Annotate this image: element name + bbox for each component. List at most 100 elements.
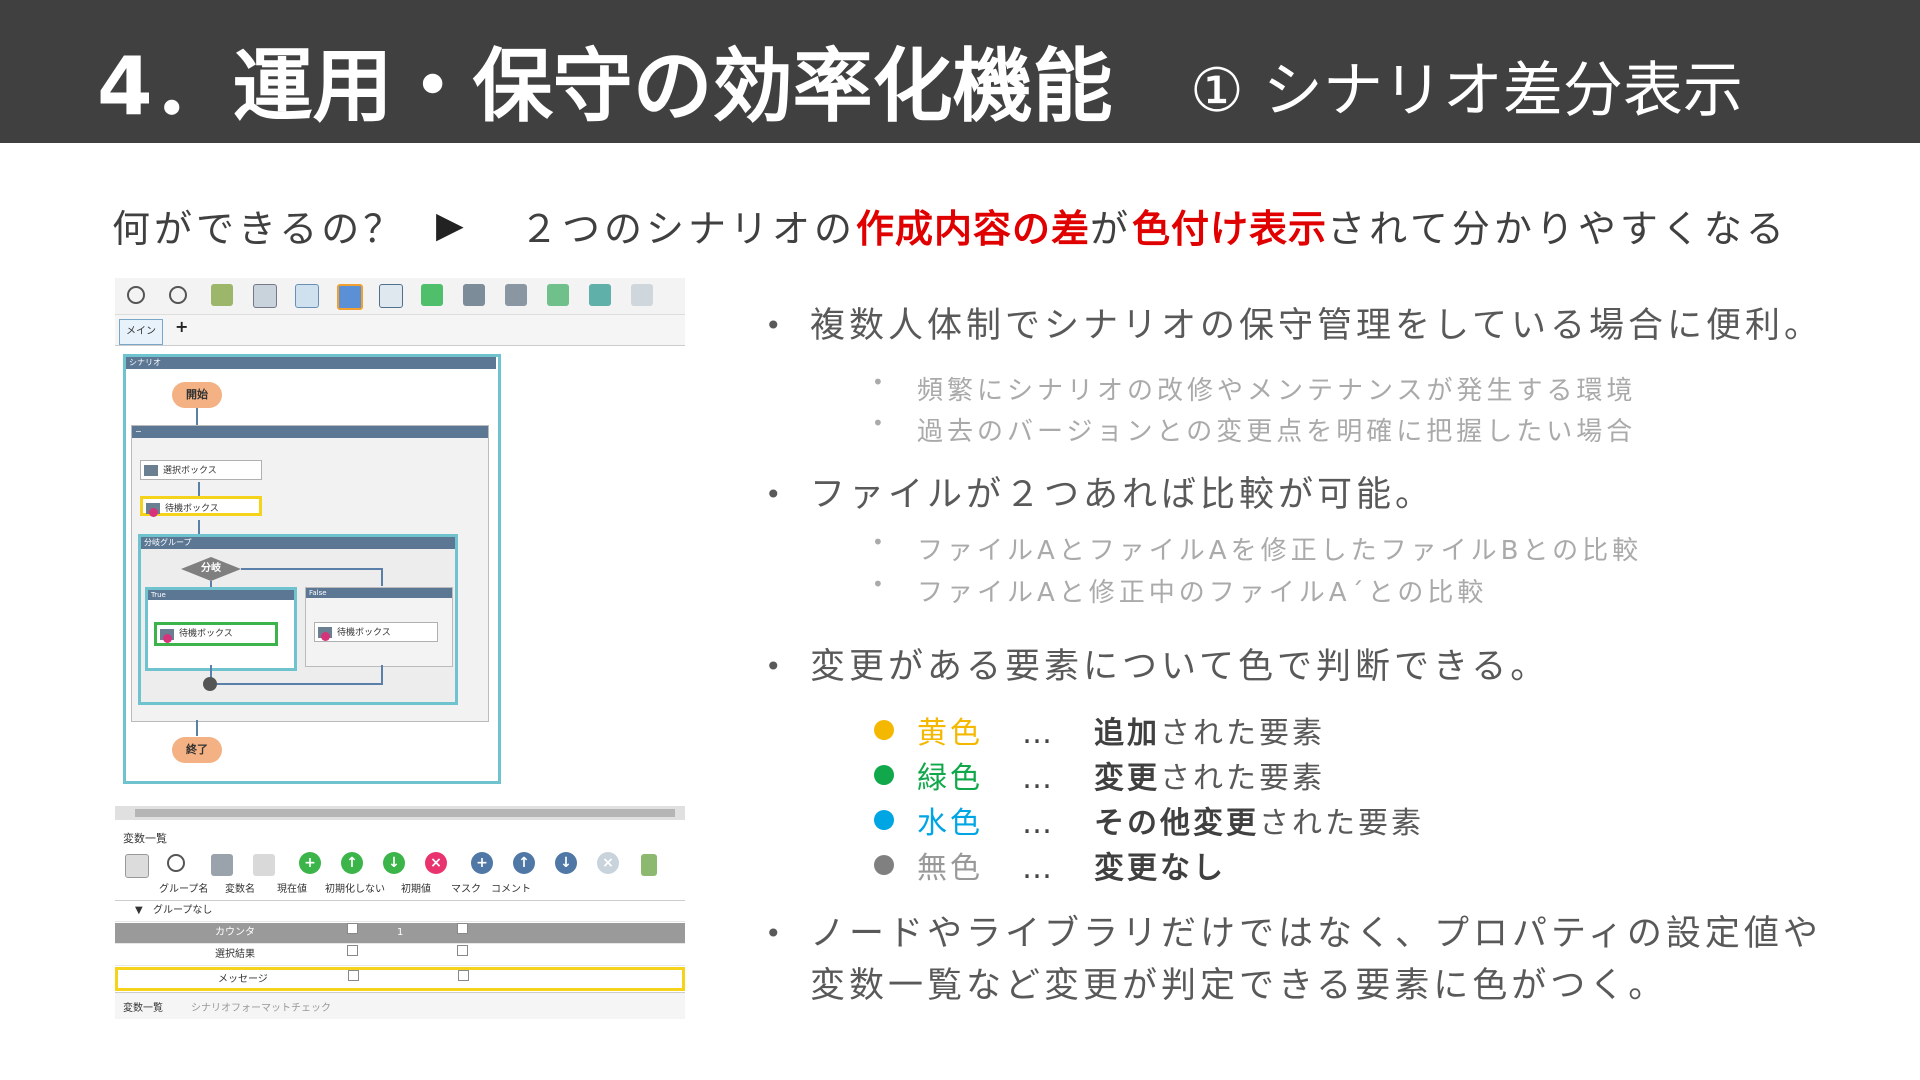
no-init-checkbox[interactable]: [348, 970, 359, 981]
diff-icon[interactable]: [337, 284, 363, 310]
no-init-checkbox[interactable]: [347, 923, 358, 934]
start-node[interactable]: 開始: [172, 382, 222, 408]
mask-checkbox[interactable]: [457, 923, 468, 934]
fit-icon[interactable]: [211, 284, 233, 306]
remove-circle-icon[interactable]: ×: [425, 852, 447, 874]
page-title: 4．運用・保守の効率化機能: [97, 40, 1113, 133]
up-circle-icon[interactable]: ↑: [341, 852, 363, 874]
zoom-out-icon[interactable]: [169, 286, 187, 304]
paste-icon[interactable]: [505, 284, 527, 306]
search-icon[interactable]: [167, 854, 185, 872]
wait-box-node-changed[interactable]: 待機ボックス: [154, 622, 278, 646]
legend-bold: その他変更: [1094, 806, 1259, 841]
upload-icon[interactable]: [421, 284, 443, 306]
intro-answer: ２つのシナリオの作成内容の差が色付け表示されて分かりやすくなる: [520, 198, 1788, 253]
down-blue-circle-icon[interactable]: ↓: [555, 852, 577, 874]
legend-item-none: 無色 … 変更なし: [874, 843, 1226, 887]
select-box-node[interactable]: 選択ボックス: [140, 460, 262, 480]
zoom-in-icon[interactable]: [127, 286, 145, 304]
column-header: マスク: [451, 884, 481, 895]
delete-table-icon[interactable]: [253, 854, 275, 876]
bullet-text: ファイルが２つあれば比較が可能。: [810, 475, 1435, 515]
legend-bold: 追加: [1094, 716, 1160, 751]
export-icon[interactable]: [379, 284, 403, 308]
bullet-dot: •: [872, 530, 888, 554]
tab-format-check[interactable]: シナリオフォーマットチェック: [191, 999, 331, 1014]
column-header: 初期値: [401, 884, 431, 895]
bullet-text: ノードやライブラリだけではなく、プロパティの設定値や: [810, 914, 1822, 954]
legend-item-green: 緑色 … 変更された要素: [874, 753, 1325, 797]
variables-table-header: グループ名 変数名 現在値 初期化しない 初期値 マスク コメント: [115, 880, 685, 901]
bullet-text: 変数一覧など変更が判定できる要素に色がつく。: [810, 966, 1668, 1006]
cyan-dot-icon: [874, 810, 894, 830]
scenario-container: シナリオ 開始 − 選択ボックス 待機ボックス 分岐グループ 分岐 True 待…: [123, 354, 501, 784]
expand-icon[interactable]: ▼: [135, 901, 143, 921]
table-row[interactable]: カウンタ 1: [115, 923, 685, 944]
swap-icon[interactable]: [589, 284, 611, 306]
branch-node[interactable]: 分岐: [181, 557, 241, 581]
answer-highlight: 色付け表示: [1132, 207, 1328, 251]
add-circle-icon[interactable]: +: [299, 852, 321, 874]
connector: [241, 568, 381, 570]
horizontal-scrollbar[interactable]: [115, 806, 685, 820]
legend-color-name: 水色: [917, 806, 983, 841]
connector: [196, 720, 198, 736]
merge-node[interactable]: [203, 677, 217, 691]
add-blue-circle-icon[interactable]: +: [471, 852, 493, 874]
bottom-tab-bar: 変数一覧 シナリオフォーマットチェック: [115, 992, 685, 1019]
add-tab-button[interactable]: +: [175, 317, 188, 336]
grid-icon[interactable]: [631, 284, 653, 306]
true-branch: True 待機ボックス: [145, 587, 297, 671]
answer-text: されて分かりやすくなる: [1327, 207, 1788, 251]
down-circle-icon[interactable]: ↓: [383, 852, 405, 874]
bullet-dot: •: [872, 370, 888, 394]
bullet-dot: •: [765, 917, 786, 950]
mask-checkbox[interactable]: [458, 970, 469, 981]
tab-variables[interactable]: 変数一覧: [123, 999, 163, 1014]
editor-toolbar: [115, 278, 685, 315]
wait-box-node[interactable]: 待機ボックス: [314, 622, 438, 642]
end-node[interactable]: 終了: [172, 737, 222, 763]
intro-question: 何ができるの？: [112, 207, 406, 251]
new-var-icon[interactable]: [125, 854, 149, 878]
bullet-1: • 複数人体制でシナリオの保守管理をしている場合に便利。: [765, 300, 1823, 352]
sub-bullet-text: 頻繁にシナリオの改修やメンテナンスが発生する環境: [917, 376, 1637, 406]
bullet-text: 複数人体制でシナリオの保守管理をしている場合に便利。: [810, 306, 1823, 346]
answer-text: ２つのシナリオの: [520, 207, 857, 251]
up-blue-circle-icon[interactable]: ↑: [513, 852, 535, 874]
stop-icon: [163, 634, 172, 643]
scrollbar-thumb[interactable]: [135, 809, 675, 817]
sub-bullet: • 過去のバージョンとの変更点を明確に把握したい場合: [872, 411, 1636, 448]
sub-bullet-text: ファイルAとファイルAを修正したファイルBとの比較: [917, 536, 1643, 566]
table-row[interactable]: 選択結果: [115, 945, 685, 966]
add-node-icon[interactable]: [547, 284, 569, 306]
import-icon[interactable]: [211, 854, 233, 876]
legend-color-name: 緑色: [917, 761, 983, 796]
false-branch: False 待機ボックス: [305, 587, 453, 667]
legend-item-yellow: 黄色 … 追加された要素: [874, 708, 1325, 752]
connector: [381, 568, 383, 586]
green-dot-icon: [874, 765, 894, 785]
mask-checkbox[interactable]: [457, 945, 468, 956]
sub-bullet: • ファイルAと修正中のファイルA´との比較: [872, 572, 1487, 609]
node-label: 選択ボックス: [163, 466, 217, 476]
edit-icon[interactable]: [641, 854, 657, 876]
gray-dot-icon: [874, 855, 894, 875]
variables-toolbar: + ↑ ↓ × + ↑ ↓ ×: [115, 848, 685, 878]
legend-item-cyan: 水色 … その他変更された要素: [874, 798, 1424, 842]
copy-icon[interactable]: [463, 284, 485, 306]
column-header: 現在値: [277, 884, 307, 895]
var-name: メッセージ: [218, 974, 268, 985]
legend-ellipsis: …: [1022, 806, 1055, 841]
no-init-checkbox[interactable]: [347, 945, 358, 956]
window-icon[interactable]: [253, 284, 277, 308]
table-row-added[interactable]: メッセージ: [115, 967, 685, 991]
wait-box-node-added[interactable]: 待機ボックス: [140, 496, 262, 517]
group-row[interactable]: ▼ グループなし: [115, 901, 685, 922]
legend-color-name: 無色: [917, 851, 983, 886]
layout-icon[interactable]: [295, 284, 319, 308]
legend-bold: 変更なし: [1094, 851, 1226, 886]
tab-main[interactable]: メイン: [119, 319, 163, 345]
bullet-dot: •: [765, 478, 786, 511]
legend-rest: された要素: [1160, 761, 1325, 796]
